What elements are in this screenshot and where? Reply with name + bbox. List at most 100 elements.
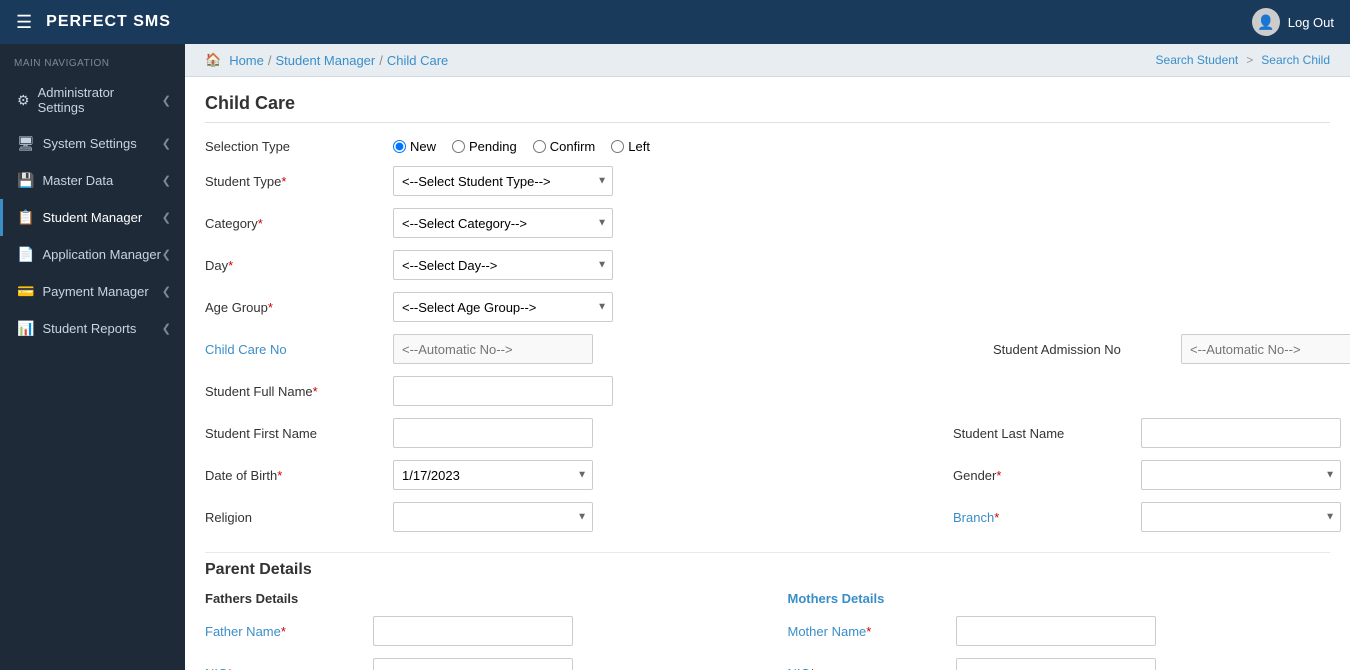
- day-wrapper: <--Select Day-->: [393, 250, 613, 280]
- radio-left[interactable]: Left: [611, 139, 650, 154]
- search-student-link[interactable]: Search Student: [1156, 53, 1239, 67]
- fathers-details-title: Fathers Details: [205, 591, 748, 606]
- dob-select[interactable]: 1/17/2023: [393, 460, 593, 490]
- radio-pending-input[interactable]: [452, 140, 465, 153]
- gender-col: Gender*: [953, 460, 1341, 490]
- child-care-no-row: Child Care No Student Admission No: [205, 334, 1330, 364]
- chevron-icon-7: ❮: [162, 322, 171, 335]
- parent-split: Fathers Details Father Name* NIC*: [205, 591, 1330, 670]
- sidebar-item-admin-settings[interactable]: ⚙ Administrator Settings ❮: [0, 75, 185, 125]
- sidebar-label-student-manager: Student Manager: [42, 210, 142, 225]
- category-select[interactable]: <--Select Category-->: [393, 208, 613, 238]
- student-last-name-input[interactable]: [1141, 418, 1341, 448]
- student-type-select[interactable]: <--Select Student Type-->: [393, 166, 613, 196]
- dob-col: Date of Birth* 1/17/2023: [205, 460, 593, 490]
- chevron-icon: ❮: [162, 94, 171, 107]
- sidebar-item-student-manager[interactable]: 📋 Student Manager ❮: [0, 199, 185, 236]
- student-full-name-input[interactable]: [393, 376, 613, 406]
- breadcrumb-bar: 🏠 Home / Student Manager / Child Care Se…: [185, 44, 1350, 77]
- category-wrapper: <--Select Category-->: [393, 208, 613, 238]
- mother-name-input[interactable]: [956, 616, 1156, 646]
- selection-type-label: Selection Type: [205, 139, 385, 154]
- student-last-name-label: Student Last Name: [953, 426, 1133, 441]
- gender-select[interactable]: [1141, 460, 1341, 490]
- category-label: Category*: [205, 216, 385, 231]
- system-settings-icon: 🖥: [17, 135, 35, 152]
- student-first-name-col: Student First Name: [205, 418, 593, 448]
- nic-mother-input[interactable]: [956, 658, 1156, 670]
- radio-confirm-label: Confirm: [550, 139, 596, 154]
- branch-label: Branch*: [953, 510, 1133, 525]
- radio-new[interactable]: New: [393, 139, 436, 154]
- religion-select[interactable]: [393, 502, 593, 532]
- sidebar-label-system-settings: System Settings: [43, 136, 137, 151]
- branch-select[interactable]: [1141, 502, 1341, 532]
- parent-details-title: Parent Details: [205, 552, 1330, 579]
- master-data-icon: 💾: [17, 172, 34, 189]
- student-type-wrapper: <--Select Student Type-->: [393, 166, 613, 196]
- radio-left-label: Left: [628, 139, 650, 154]
- radio-confirm[interactable]: Confirm: [533, 139, 596, 154]
- father-name-label: Father Name*: [205, 624, 365, 639]
- home-icon: 🏠: [205, 52, 221, 68]
- search-child-link[interactable]: Search Child: [1261, 53, 1330, 67]
- day-label: Day*: [205, 258, 385, 273]
- sidebar: MAIN NAVIGATION ⚙ Administrator Settings…: [0, 44, 185, 670]
- day-select[interactable]: <--Select Day-->: [393, 250, 613, 280]
- nic-father-input[interactable]: [373, 658, 573, 670]
- age-group-row: Age Group* <--Select Age Group-->: [205, 292, 1330, 322]
- sidebar-label-admin-settings: Administrator Settings: [38, 85, 162, 115]
- chevron-icon-2: ❮: [162, 137, 171, 150]
- breadcrumb-student-manager[interactable]: Student Manager: [276, 53, 376, 68]
- sidebar-label-master-data: Master Data: [42, 173, 113, 188]
- chevron-icon-3: ❮: [162, 174, 171, 187]
- dob-label: Date of Birth*: [205, 468, 385, 483]
- page-content: Child Care Selection Type New Pending: [185, 77, 1350, 670]
- student-admission-no-col: Student Admission No: [993, 334, 1350, 364]
- selection-type-radio-group: New Pending Confirm Left: [393, 139, 650, 154]
- mother-name-label: Mother Name*: [788, 624, 948, 639]
- student-manager-icon: 📋: [17, 209, 34, 226]
- student-name-row: Student First Name Student Last Name: [205, 418, 1330, 448]
- day-row: Day* <--Select Day-->: [205, 250, 1330, 280]
- app-brand: PERFECT SMS: [46, 13, 171, 31]
- sidebar-item-application-manager[interactable]: 📄 Application Manager ❮: [0, 236, 185, 273]
- age-group-select[interactable]: <--Select Age Group-->: [393, 292, 613, 322]
- topbar: ☰ PERFECT SMS 👤 Log Out: [0, 0, 1350, 44]
- breadcrumb-home[interactable]: Home: [229, 53, 264, 68]
- sidebar-item-master-data[interactable]: 💾 Master Data ❮: [0, 162, 185, 199]
- age-group-wrapper: <--Select Age Group-->: [393, 292, 613, 322]
- student-type-label: Student Type*: [205, 174, 385, 189]
- radio-left-input[interactable]: [611, 140, 624, 153]
- radio-new-input[interactable]: [393, 140, 406, 153]
- sidebar-label-application-manager: Application Manager: [42, 247, 161, 262]
- student-admission-no-label: Student Admission No: [993, 342, 1173, 357]
- logout-button[interactable]: Log Out: [1288, 15, 1334, 30]
- student-admission-no-input[interactable]: [1181, 334, 1350, 364]
- religion-label: Religion: [205, 510, 385, 525]
- breadcrumb-actions: Search Student > Search Child: [1156, 53, 1330, 67]
- age-group-label: Age Group*: [205, 300, 385, 315]
- sidebar-item-system-settings[interactable]: 🖥 System Settings ❮: [0, 125, 185, 162]
- branch-col: Branch*: [953, 502, 1341, 532]
- nic-mother-row: NIC*: [788, 658, 1331, 670]
- page-title: Child Care: [205, 93, 1330, 123]
- nic-father-row: NIC*: [205, 658, 748, 670]
- sidebar-item-student-reports[interactable]: 📊 Student Reports ❮: [0, 310, 185, 347]
- payment-manager-icon: 💳: [17, 283, 34, 300]
- radio-pending[interactable]: Pending: [452, 139, 517, 154]
- hamburger-icon[interactable]: ☰: [16, 12, 32, 33]
- nic-father-label: NIC*: [205, 666, 365, 670]
- radio-pending-label: Pending: [469, 139, 517, 154]
- mother-name-row: Mother Name*: [788, 616, 1331, 646]
- sidebar-item-payment-manager[interactable]: 💳 Payment Manager ❮: [0, 273, 185, 310]
- radio-confirm-input[interactable]: [533, 140, 546, 153]
- admin-settings-icon: ⚙: [17, 92, 30, 109]
- child-care-no-input[interactable]: [393, 334, 593, 364]
- main-content: 🏠 Home / Student Manager / Child Care Se…: [185, 44, 1350, 670]
- father-name-row: Father Name*: [205, 616, 748, 646]
- father-name-input[interactable]: [373, 616, 573, 646]
- student-first-name-input[interactable]: [393, 418, 593, 448]
- radio-new-label: New: [410, 139, 436, 154]
- student-type-row: Student Type* <--Select Student Type-->: [205, 166, 1330, 196]
